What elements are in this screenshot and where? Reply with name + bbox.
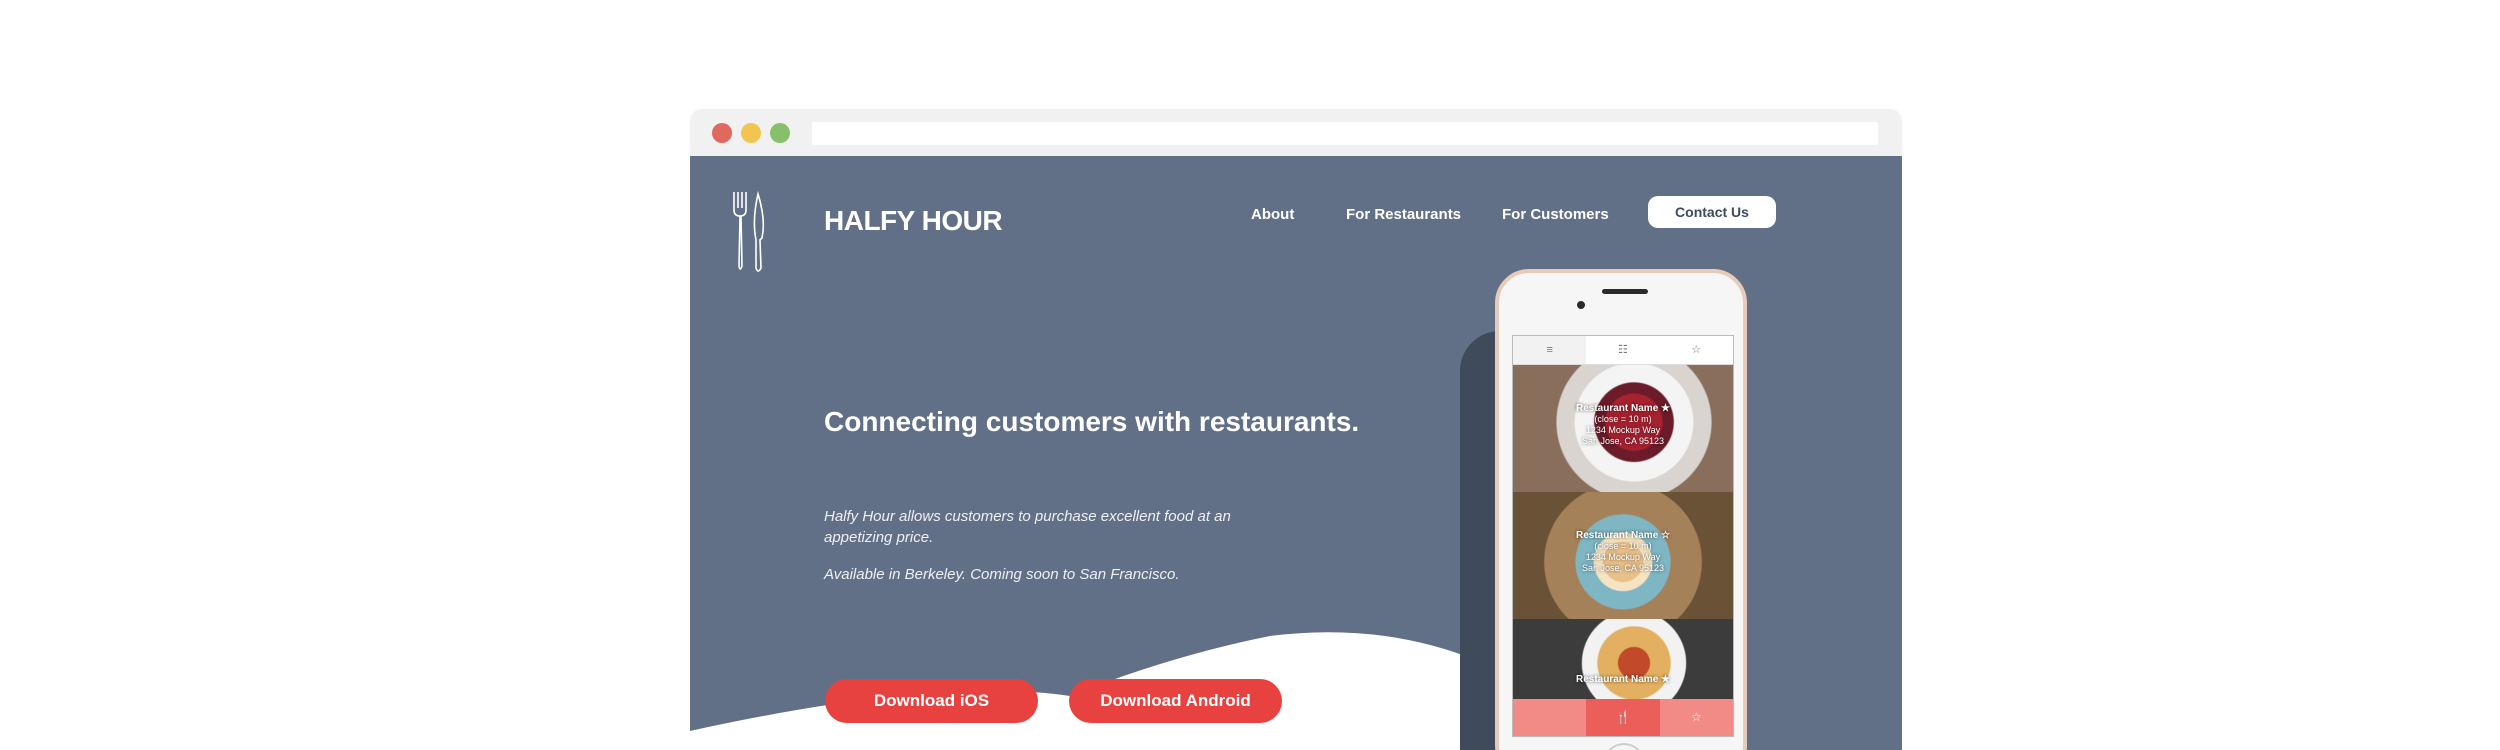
phone-speaker	[1602, 289, 1648, 294]
restaurant-name: Restaurant Name ★	[1576, 674, 1670, 685]
star-icon[interactable]: ☆	[1659, 699, 1733, 736]
restaurant-address-line2: San Jose, CA 95123	[1581, 436, 1665, 446]
contact-us-button[interactable]: Contact Us	[1648, 196, 1776, 228]
fork-knife-icon[interactable]: 🍴	[1586, 699, 1660, 736]
phone-home-button	[1603, 743, 1645, 750]
restaurant-distance: (close = 10 m)	[1594, 541, 1652, 551]
phone-camera	[1577, 301, 1585, 309]
download-android-button[interactable]: Download Android	[1069, 679, 1282, 723]
phone-screen: ≡ ☷ ☆ Restaurant Name ★ (close = 10 m) 1…	[1512, 335, 1734, 737]
app-bottom-bar: 🍴 ☆	[1513, 699, 1733, 736]
app-tab-bar: ≡ ☷ ☆	[1513, 336, 1733, 365]
phone-mockup: ≡ ☷ ☆ Restaurant Name ★ (close = 10 m) 1…	[1495, 269, 1747, 750]
minimize-window-dot[interactable]	[741, 123, 761, 143]
fork-knife-icon	[733, 190, 765, 272]
menu-icon[interactable]: ≡	[1513, 336, 1587, 364]
grid-icon[interactable]: ☷	[1586, 336, 1659, 364]
restaurant-card[interactable]: Restaurant Name ★	[1513, 619, 1733, 699]
availability-text: Available in Berkeley. Coming soon to Sa…	[824, 566, 1180, 583]
restaurant-address-line1: 1234 Mockup Way	[1585, 425, 1661, 435]
close-window-dot[interactable]	[712, 123, 732, 143]
restaurant-address-line1: 1234 Mockup Way	[1585, 552, 1661, 562]
nav-for-customers[interactable]: For Customers	[1502, 206, 1609, 223]
browser-window: HALFY HOUR About For Restaurants For Cus…	[690, 109, 1902, 750]
nav-for-restaurants[interactable]: For Restaurants	[1346, 206, 1461, 223]
hero-section: HALFY HOUR About For Restaurants For Cus…	[690, 156, 1902, 750]
restaurant-info: Restaurant Name ★ (close = 10 m) 1234 Mo…	[1513, 403, 1733, 447]
nav-about[interactable]: About	[1251, 206, 1294, 223]
star-icon[interactable]: ☆	[1660, 336, 1733, 364]
restaurant-distance: (close = 10 m)	[1594, 414, 1652, 424]
hero-description: Halfy Hour allows customers to purchase …	[824, 508, 1231, 546]
restaurant-info: Restaurant Name ☆ (close = 10 m) 1234 Mo…	[1513, 530, 1733, 574]
restaurant-address-line2: San Jose, CA 95123	[1581, 563, 1665, 573]
brand-name[interactable]: HALFY HOUR	[824, 205, 1003, 237]
hero-headline: Connecting customers with restaurants.	[824, 406, 1360, 437]
restaurant-name: Restaurant Name ☆	[1576, 530, 1670, 541]
address-bar[interactable]	[812, 122, 1878, 145]
browser-chrome	[690, 109, 1902, 156]
restaurant-card[interactable]: Restaurant Name ★ (close = 10 m) 1234 Mo…	[1513, 365, 1733, 492]
maximize-window-dot[interactable]	[770, 123, 790, 143]
restaurant-info: Restaurant Name ★	[1513, 674, 1733, 685]
restaurant-card[interactable]: Restaurant Name ☆ (close = 10 m) 1234 Mo…	[1513, 492, 1733, 619]
download-ios-button[interactable]: Download iOS	[825, 679, 1038, 723]
bottom-tab-home[interactable]	[1513, 699, 1587, 736]
restaurant-name: Restaurant Name ★	[1576, 403, 1670, 414]
